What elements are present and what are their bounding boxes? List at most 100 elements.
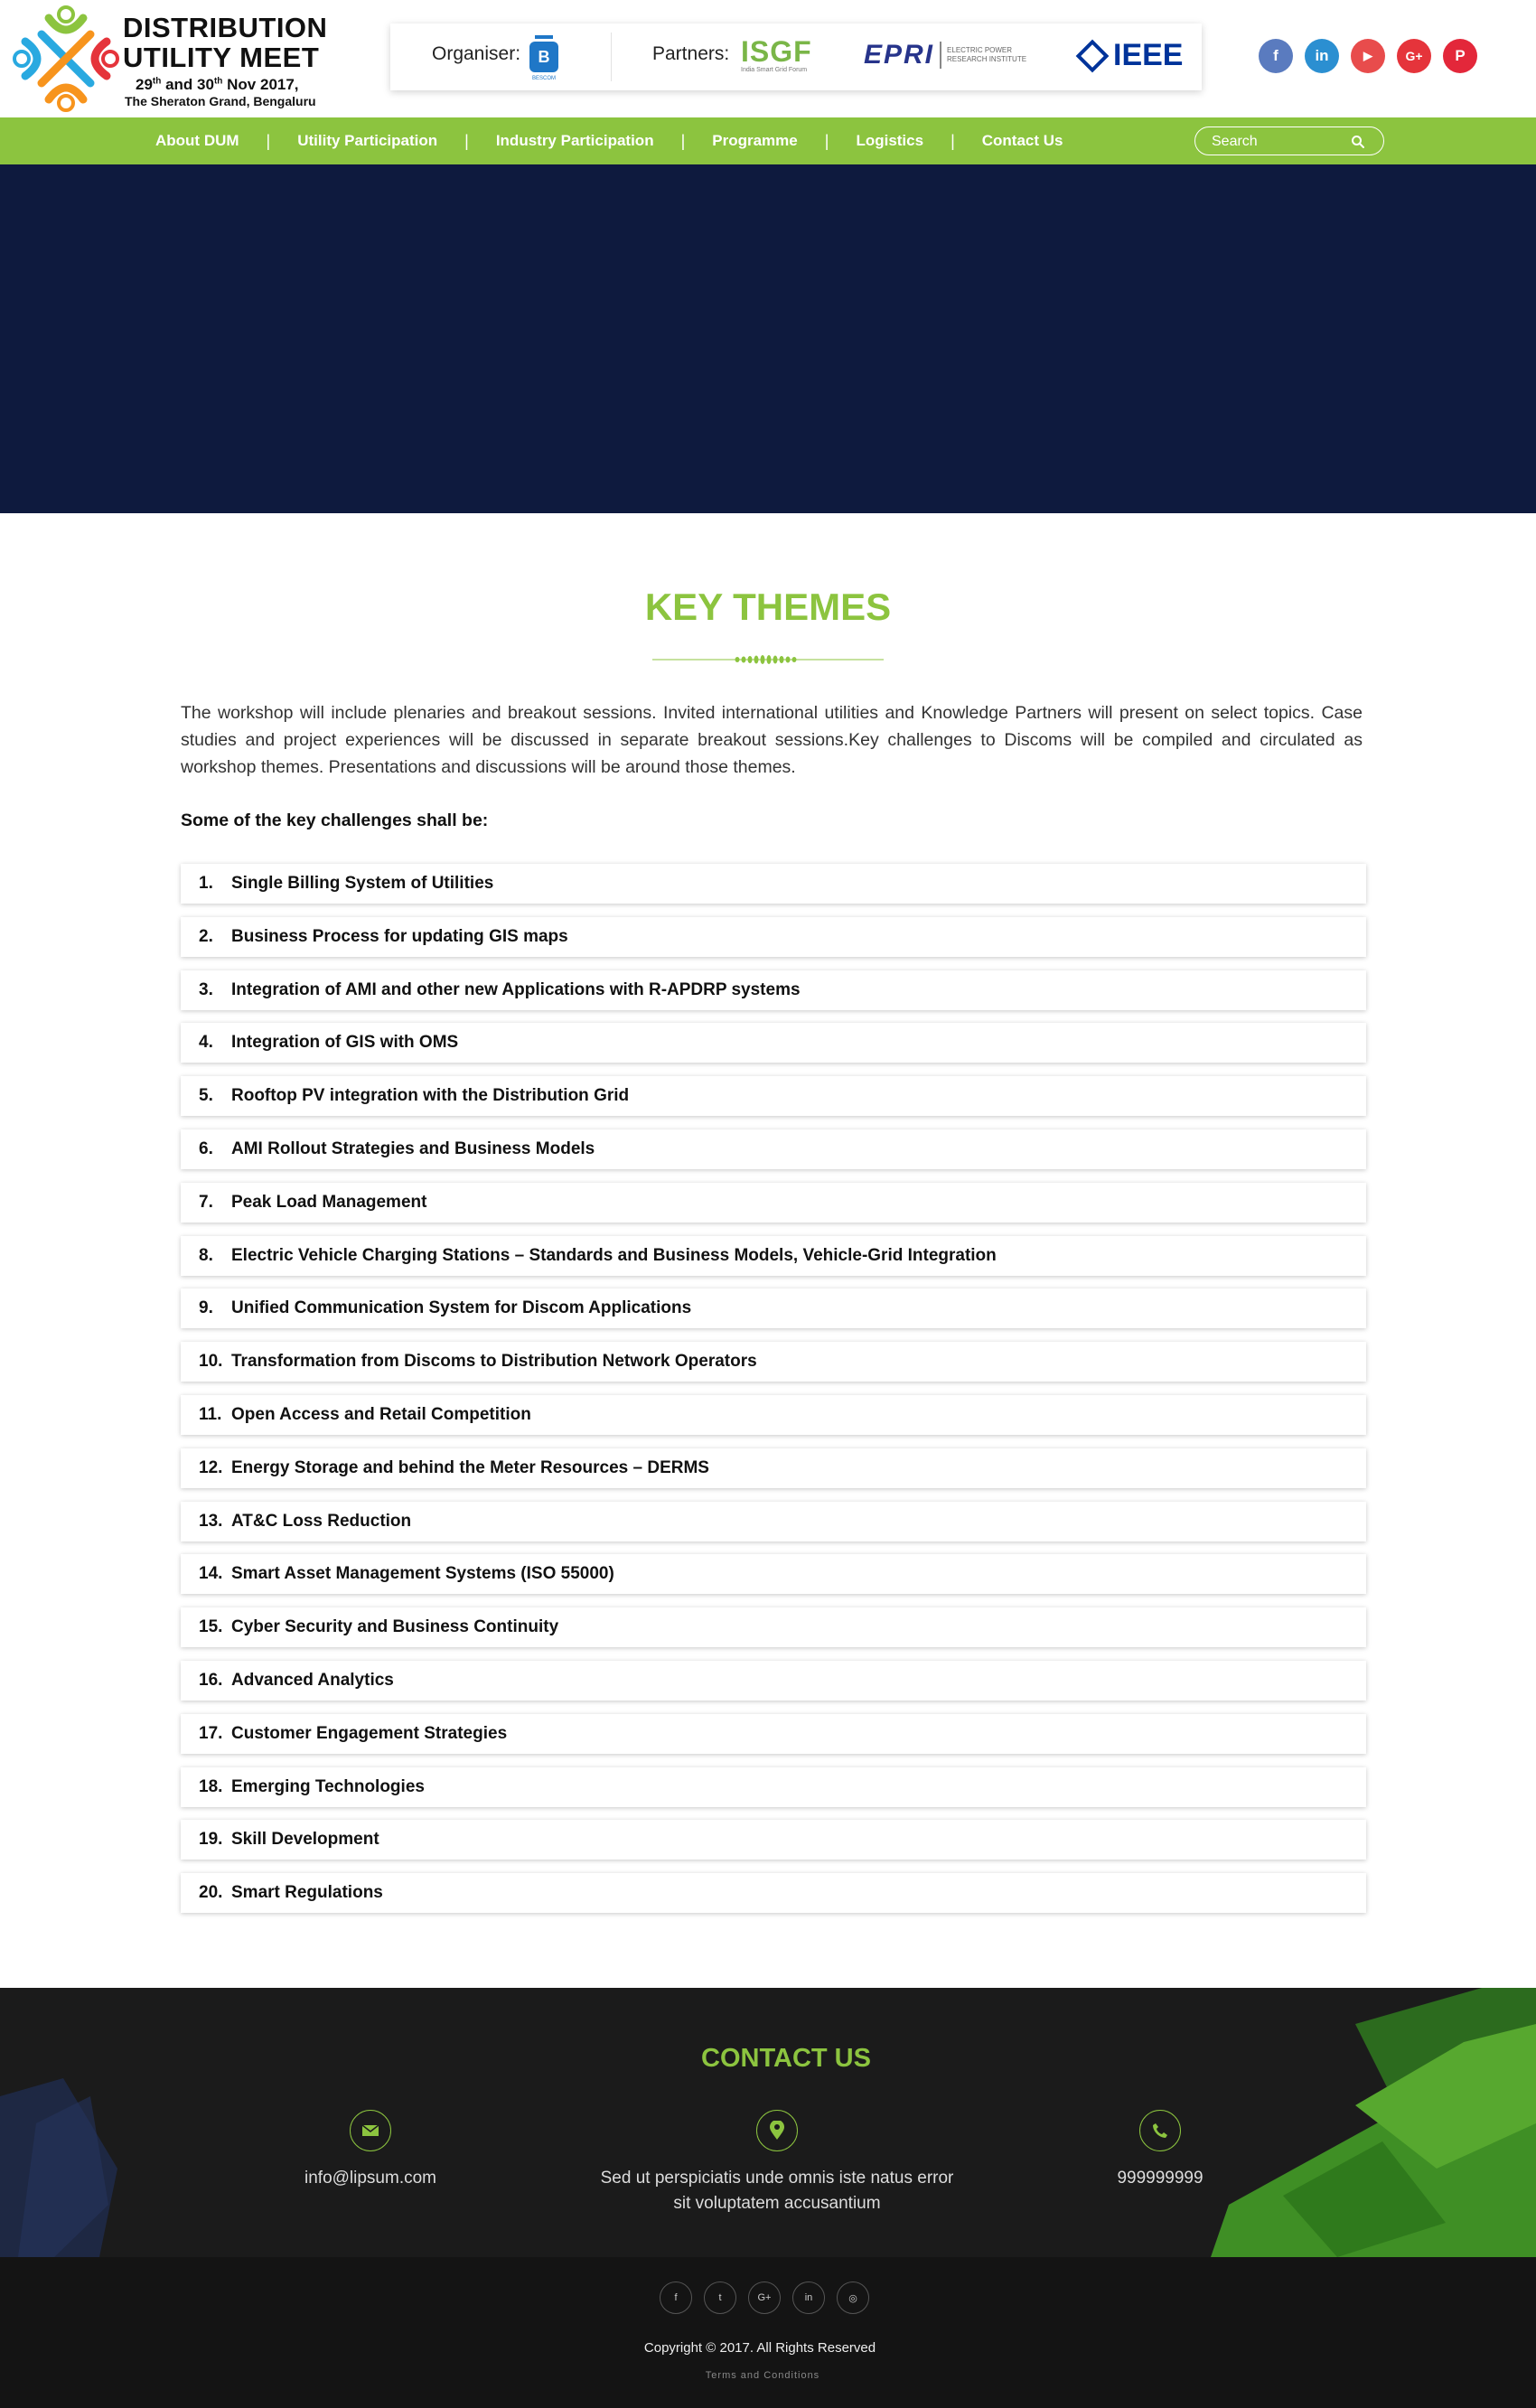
- contact-section: CONTACT US info@lipsum.com Sed ut perspi…: [0, 1988, 1536, 2257]
- pinterest-icon[interactable]: P: [1443, 39, 1477, 73]
- nav-item-logistics[interactable]: Logistics: [856, 132, 923, 150]
- logo-title-line2: UTILITY MEET: [123, 42, 320, 73]
- list-item: 17. Customer Engagement Strategies: [181, 1713, 1366, 1754]
- list-item: 7. Peak Load Management: [181, 1182, 1366, 1223]
- list-item: 13. AT&C Loss Reduction: [181, 1501, 1366, 1541]
- epri-logo[interactable]: EPRI Electric Power Research Institute: [864, 40, 1026, 70]
- nav-item-about-dum[interactable]: About DUM: [155, 132, 239, 150]
- contact-title: CONTACT US: [701, 2044, 871, 2073]
- list-item: 18. Emerging Technologies: [181, 1766, 1366, 1807]
- list-item-text: Integration of AMI and other new Applica…: [231, 979, 801, 999]
- list-item: 20. Smart Regulations: [181, 1873, 1366, 1914]
- list-item-number: 16.: [199, 1670, 223, 1690]
- list-item: 4. Integration of GIS with OMS: [181, 1023, 1366, 1063]
- event-dates: 29th and 30th Nov 2017,: [136, 76, 299, 93]
- list-item-number: 2.: [199, 926, 213, 946]
- terms-link[interactable]: Terms and Conditions: [0, 2370, 1525, 2381]
- list-item-text: Transformation from Discoms to Distribut…: [231, 1352, 757, 1372]
- hero-banner: [0, 164, 1536, 513]
- isgf-logo-text: ISGF: [741, 35, 812, 68]
- site-footer: f t G+ in ◎ Copyright © 2017. All Rights…: [0, 2257, 1536, 2408]
- list-item-text: Emerging Technologies: [231, 1776, 425, 1796]
- event-logo-text: DISTRIBUTION UTILITY MEET 29th and 30th …: [123, 13, 327, 108]
- nav-separator: |: [824, 131, 829, 150]
- contact-address-block: Sed ut perspiciatis unde omnis iste natu…: [578, 2110, 976, 2216]
- instagram-icon[interactable]: ◎: [837, 2282, 869, 2314]
- list-item-text: Integration of GIS with OMS: [231, 1033, 459, 1053]
- contact-phone[interactable]: 999999999: [1070, 2166, 1250, 2191]
- organiser-label: Organiser:: [432, 43, 521, 64]
- isgf-logo[interactable]: ISGF India Smart Grid Forum: [741, 36, 812, 73]
- contact-address: Sed ut perspiciatis unde omnis iste natu…: [600, 2169, 954, 2213]
- nav-items: About DUM | Utility Participation | Indu…: [155, 117, 1063, 164]
- epri-logo-bar: [940, 42, 942, 69]
- facebook-icon[interactable]: f: [1259, 39, 1293, 73]
- list-item-text: AMI Rollout Strategies and Business Mode…: [231, 1138, 595, 1158]
- logo-title-line1: DISTRIBUTION: [123, 12, 328, 43]
- partners-label: Partners:: [652, 43, 730, 64]
- list-item: 9. Unified Communication System for Disco…: [181, 1288, 1366, 1329]
- event-venue: The Sheraton Grand, Bengaluru: [125, 94, 316, 108]
- epri-logo-text: EPRI: [864, 40, 935, 70]
- partners-divider: [611, 33, 612, 81]
- list-item: 16. Advanced Analytics: [181, 1660, 1366, 1701]
- nav-separator: |: [680, 131, 686, 150]
- header-social-links: f in ▶ G+ P: [1259, 39, 1489, 73]
- search-icon[interactable]: [1351, 135, 1365, 149]
- list-item: 10. Transformation from Discoms to Distri…: [181, 1342, 1366, 1382]
- youtube-icon[interactable]: ▶: [1351, 39, 1385, 73]
- list-item-text: Unified Communication System for Discom …: [231, 1298, 692, 1318]
- twitter-icon[interactable]: t: [704, 2282, 736, 2314]
- list-item-text: Skill Development: [231, 1830, 379, 1850]
- list-item: 2. Business Process for updating GIS maps: [181, 916, 1366, 957]
- main-nav: About DUM | Utility Participation | Indu…: [0, 117, 1536, 164]
- list-item-text: Customer Engagement Strategies: [231, 1723, 508, 1743]
- list-item-number: 9.: [199, 1298, 213, 1318]
- list-item: 5. Rooftop PV integration with the Distri…: [181, 1076, 1366, 1117]
- svg-text:B: B: [539, 48, 550, 66]
- google-plus-icon[interactable]: G+: [748, 2282, 781, 2314]
- facebook-icon[interactable]: f: [660, 2282, 692, 2314]
- list-item-text: Open Access and Retail Competition: [231, 1404, 531, 1424]
- list-item-text: Smart Regulations: [231, 1883, 383, 1903]
- list-item-number: 19.: [199, 1830, 223, 1850]
- contact-email[interactable]: info@lipsum.com: [271, 2166, 470, 2191]
- nav-item-industry-participation[interactable]: Industry Participation: [496, 132, 654, 150]
- list-item-number: 3.: [199, 979, 213, 999]
- linkedin-icon[interactable]: in: [792, 2282, 825, 2314]
- bescom-logo[interactable]: B BESCOM: [526, 33, 562, 81]
- search-box: [1194, 126, 1384, 155]
- nav-separator: |: [464, 131, 469, 150]
- site-header: DISTRIBUTION UTILITY MEET 29th and 30th …: [0, 0, 1536, 117]
- list-item-text: Business Process for updating GIS maps: [231, 926, 568, 946]
- nav-item-contact-us[interactable]: Contact Us: [982, 132, 1063, 150]
- nav-item-utility-participation[interactable]: Utility Participation: [297, 132, 437, 150]
- list-item-number: 5.: [199, 1086, 213, 1106]
- key-themes-intro: The workshop will include plenaries and …: [181, 703, 1363, 777]
- list-item-text: Single Billing System of Utilities: [231, 874, 494, 893]
- linkedin-icon[interactable]: in: [1305, 39, 1339, 73]
- google-plus-icon[interactable]: G+: [1397, 39, 1431, 73]
- bescom-logo-text: BESCOM: [532, 76, 556, 81]
- nav-separator: |: [951, 131, 955, 150]
- nav-item-programme[interactable]: Programme: [712, 132, 797, 150]
- key-challenges-list: 1. Single Billing System of Utilities 2. Bu…: [181, 864, 1366, 1926]
- list-item: 6. AMI Rollout Strategies and Business Mo…: [181, 1129, 1366, 1169]
- map-pin-icon: [756, 2110, 798, 2151]
- envelope-icon: [350, 2110, 391, 2151]
- list-item-number: 14.: [199, 1564, 223, 1584]
- list-item: 8. Electric Vehicle Charging Stations – S…: [181, 1235, 1366, 1276]
- footer-social-links: f t G+ in ◎: [660, 2282, 881, 2314]
- list-item-number: 15.: [199, 1617, 223, 1637]
- list-item-text: Electric Vehicle Charging Stations – Sta…: [231, 1245, 997, 1265]
- list-item: 12. Energy Storage and behind the Meter R…: [181, 1448, 1366, 1488]
- event-logo[interactable]: DISTRIBUTION UTILITY MEET 29th and 30th …: [13, 5, 327, 112]
- ieee-logo-text: IEEE: [1113, 38, 1184, 72]
- list-item-number: 20.: [199, 1883, 223, 1903]
- ieee-logo[interactable]: IEEE: [1075, 38, 1184, 73]
- list-item-number: 6.: [199, 1138, 213, 1158]
- list-item-number: 11.: [199, 1404, 222, 1424]
- list-item-number: 4.: [199, 1033, 213, 1053]
- search-input[interactable]: [1212, 133, 1347, 151]
- title-divider-ornament: [652, 655, 884, 664]
